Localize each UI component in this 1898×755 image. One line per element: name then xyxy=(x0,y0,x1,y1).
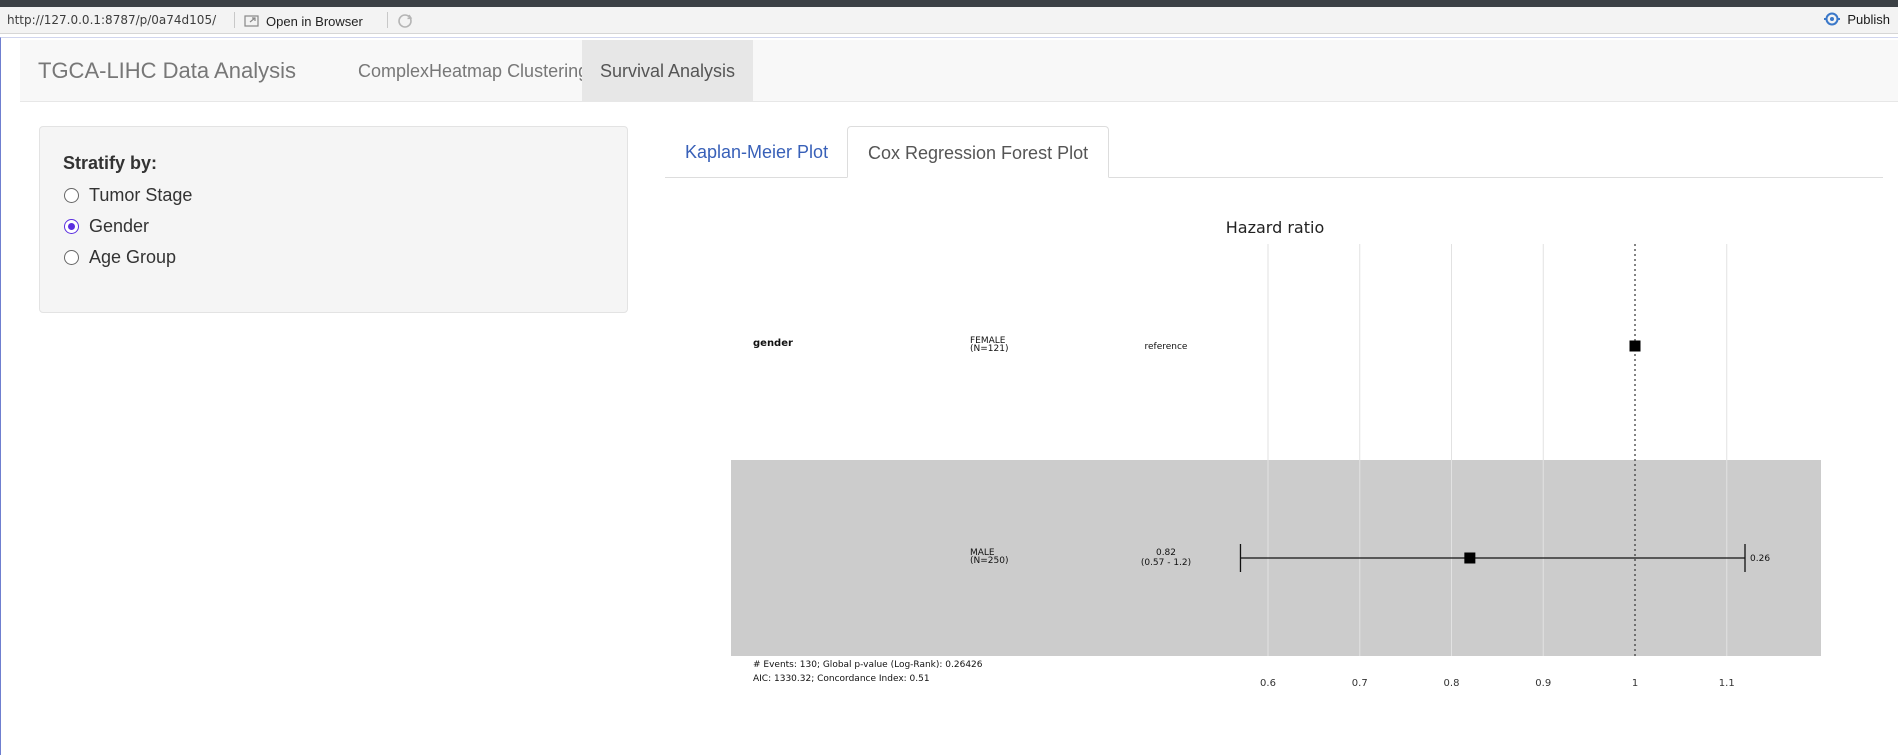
publish-label: Publish xyxy=(1847,11,1890,27)
row-estimate-label: 0.82 xyxy=(1156,548,1176,558)
forest-plot: Hazard ratio gender FEMALE(N=121) referen… xyxy=(731,218,1821,689)
x-tick-label: 0.6 xyxy=(1260,678,1276,689)
footer-line-aic: AIC: 1330.32; Concordance Index: 0.51 xyxy=(753,674,930,684)
row-estimate-label: reference xyxy=(1145,342,1188,352)
row-n-label: (N=121) xyxy=(970,344,1008,354)
chart-title: Hazard ratio xyxy=(1226,218,1324,237)
row-p-value: 0.26 xyxy=(1750,554,1770,564)
radio-option-age-group[interactable]: Age Group xyxy=(64,247,176,268)
publish-button[interactable]: Publish xyxy=(1823,11,1890,27)
nav-item-complexheatmap-clustering[interactable]: ComplexHeatmap Clustering xyxy=(340,40,606,102)
hazard-ratio-point xyxy=(1464,552,1476,564)
toolbar-divider xyxy=(234,12,235,28)
browser-toolbar: http://127.0.0.1:8787/p/0a74d105/ Open i… xyxy=(0,7,1898,34)
radio-button[interactable] xyxy=(64,188,79,203)
radio-button[interactable] xyxy=(64,250,79,265)
forest-row: FEMALE(N=121) reference xyxy=(970,336,1641,354)
app-brand[interactable]: TGCA-LIHC Data Analysis xyxy=(38,58,296,84)
hazard-ratio-point xyxy=(1629,340,1641,352)
x-tick-label: 0.9 xyxy=(1535,678,1551,689)
navbar: TGCA-LIHC Data Analysis ComplexHeatmap C… xyxy=(20,40,1898,102)
window-top-strip xyxy=(0,0,1898,7)
refresh-icon[interactable] xyxy=(396,12,414,30)
open-in-browser-button[interactable]: Open in Browser xyxy=(244,11,363,31)
x-axis-ticks: 0.6 0.7 0.8 0.9 1 1.1 xyxy=(1260,678,1735,689)
stratify-panel: Stratify by: Tumor Stage Gender Age Grou… xyxy=(39,126,628,313)
radio-label: Age Group xyxy=(89,247,177,267)
publish-icon xyxy=(1824,12,1841,26)
open-in-browser-icon xyxy=(244,15,259,27)
radio-button[interactable] xyxy=(64,219,79,234)
open-in-browser-label: Open in Browser xyxy=(266,13,363,29)
radio-option-gender[interactable]: Gender xyxy=(64,216,149,237)
x-tick-label: 1 xyxy=(1632,678,1638,689)
row-n-label: (N=250) xyxy=(970,556,1008,566)
radio-label: Gender xyxy=(89,216,150,236)
plot-tabs: Kaplan-Meier Plot Cox Regression Forest … xyxy=(665,126,1883,178)
radio-label: Tumor Stage xyxy=(89,185,193,205)
shiny-app-frame: TGCA-LIHC Data Analysis ComplexHeatmap C… xyxy=(0,37,1898,755)
url-text[interactable]: http://127.0.0.1:8787/p/0a74d105/ xyxy=(7,13,216,27)
toolbar-divider xyxy=(387,12,388,28)
tab-cox-regression-forest-plot[interactable]: Cox Regression Forest Plot xyxy=(847,126,1110,178)
tab-kaplan-meier-plot[interactable]: Kaplan-Meier Plot xyxy=(665,126,848,178)
radio-option-tumor-stage[interactable]: Tumor Stage xyxy=(64,185,192,206)
x-tick-label: 0.7 xyxy=(1352,678,1368,689)
variable-label: gender xyxy=(753,338,793,349)
x-tick-label: 1.1 xyxy=(1719,678,1735,689)
row-ci-label: (0.57 - 1.2) xyxy=(1141,558,1191,568)
footer-line-events: # Events: 130; Global p-value (Log-Rank)… xyxy=(753,660,983,670)
stratify-label: Stratify by: xyxy=(63,153,158,173)
nav-item-survival-analysis[interactable]: Survival Analysis xyxy=(582,40,754,102)
x-tick-label: 0.8 xyxy=(1444,678,1460,689)
